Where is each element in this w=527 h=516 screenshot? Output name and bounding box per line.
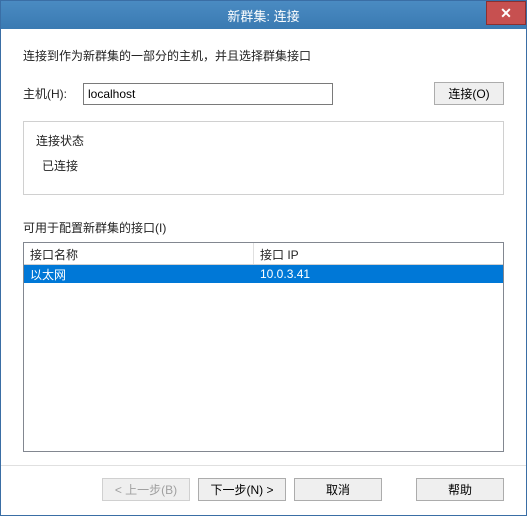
next-button[interactable]: 下一步(N) > xyxy=(198,478,286,501)
help-button[interactable]: 帮助 xyxy=(416,478,504,501)
interfaces-label: 可用于配置新群集的接口(I) xyxy=(23,219,504,236)
listview-body: 以太网 10.0.3.41 xyxy=(24,265,503,451)
status-value: 已连接 xyxy=(36,157,491,174)
cell-interface-ip: 10.0.3.41 xyxy=(254,267,503,281)
status-title: 连接状态 xyxy=(36,132,491,149)
interfaces-listview[interactable]: 接口名称 接口 IP 以太网 10.0.3.41 xyxy=(23,242,504,452)
cancel-button[interactable]: 取消 xyxy=(294,478,382,501)
window-title: 新群集: 连接 xyxy=(227,6,299,25)
header-interface-name[interactable]: 接口名称 xyxy=(24,243,254,264)
host-input[interactable] xyxy=(83,83,333,105)
button-row: < 上一步(B) 下一步(N) > 取消 帮助 xyxy=(1,465,526,515)
list-item[interactable]: 以太网 10.0.3.41 xyxy=(24,265,503,283)
instruction-text: 连接到作为新群集的一部分的主机，并且选择群集接口 xyxy=(23,47,504,64)
close-icon: ✕ xyxy=(500,5,512,22)
content-area: 连接到作为新群集的一部分的主机，并且选择群集接口 主机(H): 连接(O) 连接… xyxy=(1,29,526,465)
host-label: 主机(H): xyxy=(23,85,83,102)
status-group: 连接状态 已连接 xyxy=(23,121,504,195)
host-row: 主机(H): 连接(O) xyxy=(23,82,504,105)
connect-button[interactable]: 连接(O) xyxy=(434,82,504,105)
header-interface-ip[interactable]: 接口 IP xyxy=(254,243,503,264)
cell-interface-name: 以太网 xyxy=(24,266,254,283)
spacer xyxy=(390,478,408,501)
dialog-window: 新群集: 连接 ✕ 连接到作为新群集的一部分的主机，并且选择群集接口 主机(H)… xyxy=(0,0,527,516)
back-button: < 上一步(B) xyxy=(102,478,190,501)
titlebar: 新群集: 连接 ✕ xyxy=(1,1,526,29)
listview-header: 接口名称 接口 IP xyxy=(24,243,503,265)
close-button[interactable]: ✕ xyxy=(486,1,526,25)
